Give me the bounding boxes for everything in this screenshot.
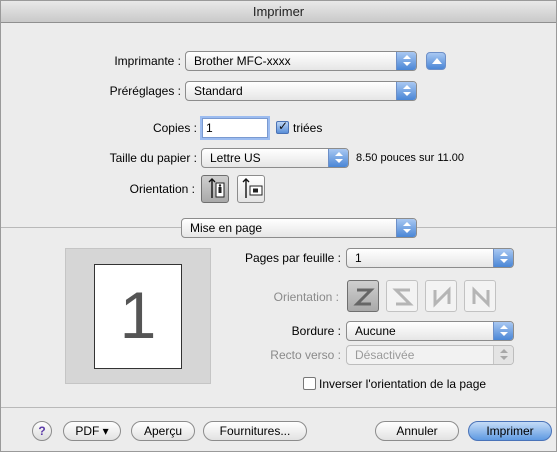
reverse-orientation-checkbox[interactable] xyxy=(303,377,316,390)
window-title: Imprimer xyxy=(1,1,556,23)
reverse-orientation-label: Inverser l'orientation de la page xyxy=(319,377,487,391)
layout-orientation-label: Orientation : xyxy=(273,290,339,304)
popup-arrows-icon xyxy=(328,149,348,167)
popup-arrows-icon xyxy=(396,52,416,70)
presets-label: Préréglages : xyxy=(109,84,181,98)
print-button[interactable]: Imprimer xyxy=(468,421,552,441)
border-value: Aucune xyxy=(355,324,396,338)
printer-label: Imprimante : xyxy=(114,54,181,68)
collated-label: triées xyxy=(293,121,323,135)
pdf-button[interactable]: PDF ▾ xyxy=(63,421,121,441)
orientation-label: Orientation : xyxy=(129,182,195,196)
landscape-icon[interactable] xyxy=(237,175,265,203)
duplex-popup: Désactivée xyxy=(346,345,514,365)
printer-popup[interactable]: Brother MFC-xxxx xyxy=(185,51,417,71)
layout-n-reverse-icon xyxy=(425,280,457,312)
popup-arrows-icon xyxy=(493,322,513,340)
popup-arrows-icon xyxy=(396,82,416,100)
popup-arrows-icon xyxy=(396,219,416,237)
presets-popup[interactable]: Standard xyxy=(185,81,417,101)
copies-input[interactable]: 1 xyxy=(202,118,268,138)
duplex-label: Recto verso : xyxy=(270,348,341,362)
preview-sheet: 1 xyxy=(94,264,182,369)
preview-page-number: 1 xyxy=(119,278,157,352)
supplies-button[interactable]: Fournitures... xyxy=(203,421,307,441)
paper-size-dimensions: 8.50 pouces sur 11.00 xyxy=(356,152,465,164)
layout-n-icon xyxy=(464,280,496,312)
popup-arrows-icon xyxy=(493,346,513,364)
border-popup[interactable]: Aucune xyxy=(346,321,514,341)
panel-popup[interactable]: Mise en page xyxy=(181,218,417,238)
footer-separator xyxy=(1,407,556,408)
border-label: Bordure : xyxy=(291,324,341,338)
panel-value: Mise en page xyxy=(190,221,263,235)
help-icon[interactable]: ? xyxy=(32,421,52,441)
disclosure-triangle-icon[interactable] xyxy=(426,52,446,70)
paper-size-label: Taille du papier : xyxy=(109,151,197,165)
presets-value: Standard xyxy=(194,84,243,98)
layout-s-icon xyxy=(386,280,418,312)
portrait-icon[interactable] xyxy=(201,175,229,203)
printer-value: Brother MFC-xxxx xyxy=(194,54,291,68)
page-preview: 1 xyxy=(65,248,211,384)
paper-size-popup[interactable]: Lettre US xyxy=(201,148,349,168)
popup-arrows-icon xyxy=(493,249,513,267)
print-dialog: Imprimer Imprimante : Brother MFC-xxxx P… xyxy=(0,0,557,452)
pages-per-sheet-popup[interactable]: 1 xyxy=(346,248,514,268)
paper-size-value: Lettre US xyxy=(210,151,261,165)
duplex-value: Désactivée xyxy=(355,348,415,362)
layout-z-icon[interactable] xyxy=(347,280,379,312)
collated-checkbox[interactable] xyxy=(276,119,289,134)
cancel-button[interactable]: Annuler xyxy=(375,421,459,441)
copies-label: Copies : xyxy=(152,121,197,135)
pages-per-sheet-label: Pages par feuille : xyxy=(244,251,341,265)
pages-per-sheet-value: 1 xyxy=(355,251,362,265)
preview-button[interactable]: Aperçu xyxy=(131,421,195,441)
